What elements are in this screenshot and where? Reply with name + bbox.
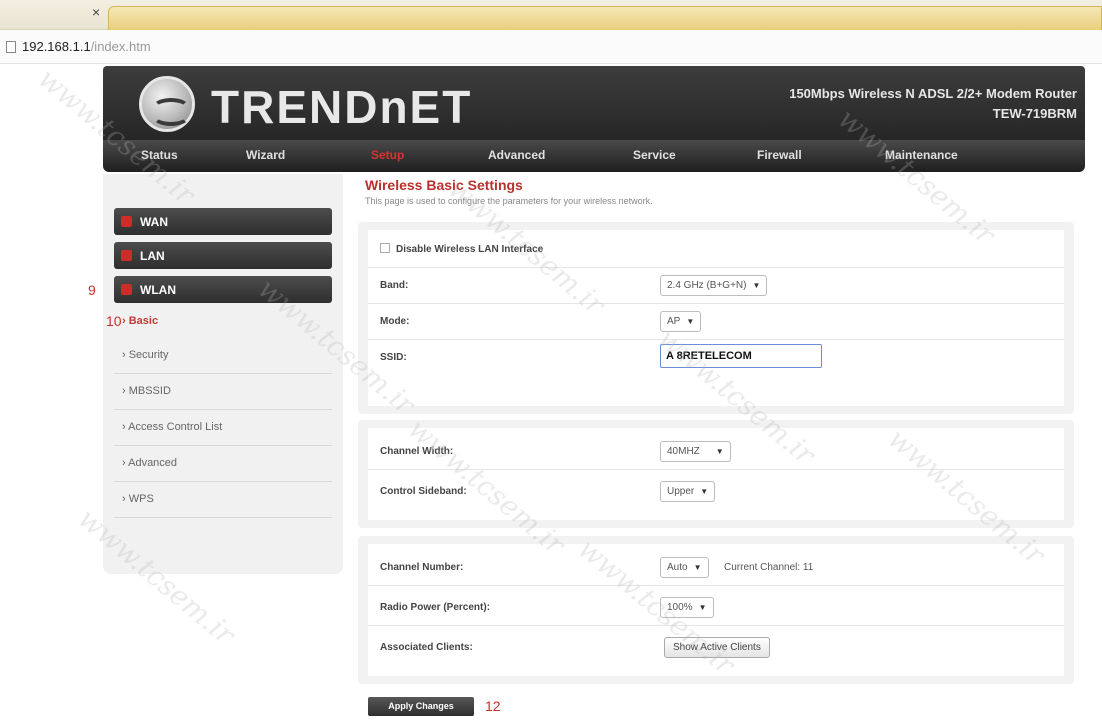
sidebar-item-label: WLAN <box>140 283 176 297</box>
band-value: 2.4 GHz (B+G+N) <box>667 280 747 291</box>
basic-settings-card: Disable Wireless LAN Interface Band: 2.4… <box>368 230 1064 406</box>
url-path: /index.htm <box>90 39 151 54</box>
chevron-down-icon: ▼ <box>686 317 695 326</box>
url-host: 192.168.1.1 <box>22 39 91 54</box>
step-marker-9: 9 <box>88 282 96 298</box>
nav-wizard[interactable]: Wizard <box>246 148 285 162</box>
page-description: This page is used to configure the param… <box>365 196 653 206</box>
browser-tab[interactable] <box>108 6 1102 30</box>
sidebar-item-access-control-list[interactable]: › Access Control List <box>114 410 332 446</box>
radio-power-value: 100% <box>667 602 693 613</box>
sidebar-item-label: › Security <box>122 349 169 361</box>
channel-number-value: Auto <box>667 562 688 573</box>
chevron-down-icon: ▼ <box>715 447 724 456</box>
mode-select[interactable]: AP ▼ <box>660 311 702 332</box>
sidebar-item-label: WAN <box>140 215 168 229</box>
radio-power-select[interactable]: 100% ▼ <box>660 597 714 618</box>
product-description: 150Mbps Wireless N ADSL 2/2+ Modem Route… <box>789 86 1077 101</box>
url-text[interactable]: 192.168.1.1/index.htm <box>22 39 151 54</box>
step-marker-12: 12 <box>485 698 501 714</box>
brand-logo-text: TRENDnET <box>211 81 473 133</box>
nav-status[interactable]: Status <box>141 148 178 162</box>
mode-row: Mode: AP ▼ <box>368 304 1064 340</box>
control-sideband-value: Upper <box>667 486 695 497</box>
product-model: TEW-719BRM <box>992 106 1077 121</box>
chevron-down-icon: ▼ <box>752 281 761 290</box>
sidebar-item-advanced[interactable]: › Advanced <box>114 446 332 482</box>
band-row: Band: 2.4 GHz (B+G+N) ▼ <box>368 268 1064 304</box>
mode-label: Mode: <box>380 316 410 327</box>
sidebar-item-wan[interactable]: WAN <box>114 208 332 235</box>
channel-width-value: 40MHZ <box>667 446 700 457</box>
band-label: Band: <box>380 280 409 291</box>
associated-clients-row: Associated Clients: Show Active Clients <box>368 630 1064 666</box>
sidebar-item-lan[interactable]: LAN <box>114 242 332 269</box>
bullet-icon <box>121 284 132 295</box>
trendnet-logo-icon <box>139 76 195 132</box>
channel-number-row: Channel Number: Auto ▼ Current Channel: 1… <box>368 550 1064 586</box>
bullet-icon <box>121 216 132 227</box>
sidebar-item-wps[interactable]: › WPS <box>114 482 332 518</box>
main-nav: Status Wizard Setup Advanced Service Fir… <box>103 140 1085 172</box>
channel-number-select[interactable]: Auto ▼ <box>660 557 709 578</box>
sidebar-item-label: › WPS <box>122 493 154 505</box>
page-title: Wireless Basic Settings <box>365 177 523 193</box>
sidebar-item-label: › MBSSID <box>122 385 171 397</box>
control-sideband-select[interactable]: Upper ▼ <box>660 481 716 502</box>
tab-close-icon[interactable]: × <box>92 4 100 20</box>
router-header: TRENDnET 150Mbps Wireless N ADSL 2/2+ Mo… <box>103 66 1085 140</box>
sidebar: WAN LAN WLAN › Basic › Security › MBSSID… <box>103 174 343 574</box>
basic-settings-panel: Disable Wireless LAN Interface Band: 2.4… <box>358 222 1074 414</box>
radio-power-row: Radio Power (Percent): 100% ▼ <box>368 590 1064 626</box>
channel-width-card: Channel Width: 40MHZ ▼ Control Sideband: … <box>368 428 1064 520</box>
disable-wlan-label: Disable Wireless LAN Interface <box>396 244 544 255</box>
channel-panel: Channel Number: Auto ▼ Current Channel: 1… <box>358 536 1074 684</box>
control-sideband-label: Control Sideband: <box>380 486 467 497</box>
disable-wlan-checkbox[interactable] <box>380 243 390 253</box>
associated-clients-label: Associated Clients: <box>380 642 473 653</box>
ssid-row: SSID: <box>368 340 1064 376</box>
address-bar[interactable]: 192.168.1.1/index.htm <box>0 30 1102 64</box>
channel-number-label: Channel Number: <box>380 562 464 573</box>
ssid-label: SSID: <box>380 352 407 363</box>
bullet-icon <box>121 250 132 261</box>
apply-changes-button[interactable]: Apply Changes <box>368 697 474 716</box>
channel-width-row: Channel Width: 40MHZ ▼ <box>368 434 1064 470</box>
sidebar-item-wlan[interactable]: WLAN <box>114 276 332 303</box>
channel-width-label: Channel Width: <box>380 446 454 457</box>
ssid-input[interactable] <box>660 344 822 368</box>
sidebar-item-security[interactable]: › Security <box>114 338 332 374</box>
sidebar-item-mbssid[interactable]: › MBSSID <box>114 374 332 410</box>
mode-value: AP <box>667 316 681 327</box>
nav-advanced[interactable]: Advanced <box>488 148 545 162</box>
band-select[interactable]: 2.4 GHz (B+G+N) ▼ <box>660 275 768 296</box>
nav-maintenance[interactable]: Maintenance <box>885 148 958 162</box>
channel-card: Channel Number: Auto ▼ Current Channel: 1… <box>368 544 1064 676</box>
disable-wlan-row: Disable Wireless LAN Interface <box>368 232 1064 268</box>
sidebar-item-label: › Advanced <box>122 457 178 469</box>
radio-power-label: Radio Power (Percent): <box>380 602 491 613</box>
channel-width-select[interactable]: 40MHZ ▼ <box>660 441 731 462</box>
control-sideband-row: Control Sideband: Upper ▼ <box>368 474 1064 510</box>
sidebar-item-basic[interactable]: › Basic <box>114 304 332 340</box>
channel-width-panel: Channel Width: 40MHZ ▼ Control Sideband: … <box>358 420 1074 528</box>
browser-tab-strip: × <box>0 0 1102 30</box>
nav-firewall[interactable]: Firewall <box>757 148 802 162</box>
sidebar-item-label: › Access Control List <box>122 421 223 433</box>
nav-service[interactable]: Service <box>633 148 676 162</box>
show-active-clients-button[interactable]: Show Active Clients <box>664 637 770 658</box>
chevron-down-icon: ▼ <box>693 563 702 572</box>
page-icon <box>6 41 16 53</box>
current-channel-text: Current Channel: 11 <box>724 562 814 573</box>
chevron-down-icon: ▼ <box>698 603 707 612</box>
chevron-down-icon: ▼ <box>700 487 709 496</box>
sidebar-item-label: › Basic <box>122 315 159 327</box>
sidebar-item-label: LAN <box>140 249 165 263</box>
step-marker-10: 10 <box>106 313 122 329</box>
nav-setup[interactable]: Setup <box>371 148 404 162</box>
